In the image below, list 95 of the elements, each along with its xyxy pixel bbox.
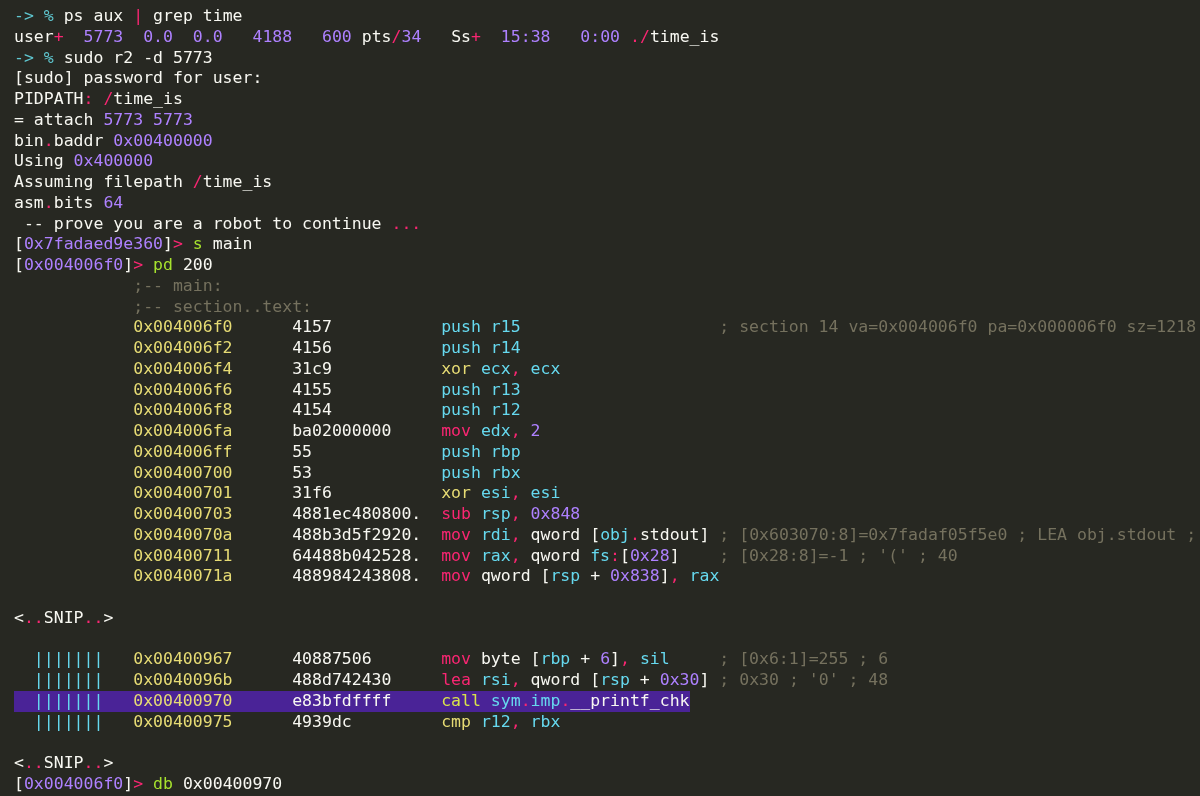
address: 0x004006ff — [133, 441, 233, 461]
disassembly-row[interactable]: 0x0040071a 488984243808. mov qword [rsp + 0x838], rax — [14, 566, 720, 587]
flow-lines: ||||||| — [33, 690, 104, 710]
terminal-line: -> % ps aux | grep time — [14, 6, 243, 25]
disassembly-row[interactable]: ||||||| 0x00400970 e83bfdffff call sym.imp.__printf_chk — [14, 690, 690, 712]
disassembly-row[interactable]: 0x004006f8 4154 push r12 — [14, 400, 521, 421]
disassembly-row[interactable]: 0x004006fa ba02000000 mov edx, 2 — [14, 421, 541, 442]
instruction: push rbx — [441, 462, 521, 482]
instruction: mov rax, qword fs:[0x28] — [441, 545, 680, 565]
disassembly-row[interactable]: ||||||| 0x00400967 40887506 mov byte [rbp + 6], sil — [14, 649, 710, 670]
terminal-line: [0x004006f0]> pd 200 — [14, 255, 213, 274]
opcode-bytes: e83bfdffff — [292, 690, 392, 710]
opcode-bytes: 55 — [292, 441, 312, 461]
address: 0x00400975 — [133, 711, 233, 731]
opcode-bytes: 4939dc — [292, 711, 352, 731]
opcode-bytes: 4881ec480800. — [292, 504, 422, 523]
disassembly-row[interactable]: 0x00400703 4881ec480800. sub rsp, 0x848 — [14, 504, 581, 525]
terminal-line: Assuming filepath /time_is — [14, 172, 273, 191]
address: 0x00400700 — [133, 462, 233, 482]
address: 0x004006f2 — [133, 338, 233, 357]
opcode-bytes: 488984243808. — [292, 566, 422, 586]
code-label: ;-- main: — [133, 275, 223, 295]
address: 0x0040096b — [133, 670, 233, 689]
code-comment: ; [0x6:1]=255 ; 6 — [719, 649, 889, 670]
terminal-line: -- prove you are a robot to continue ... — [23, 213, 422, 233]
opcode-bytes: 4156 — [292, 338, 332, 357]
instruction: push r14 — [441, 338, 521, 357]
instruction: xor esi, esi — [441, 483, 561, 503]
code-comment: ; [0x603070:8]=0x7fadaf05f5e0 ; LEA obj.stdout ; — [719, 524, 1197, 546]
opcode-bytes: 4157 — [292, 317, 332, 337]
opcode-bytes: 40887506 — [292, 649, 372, 669]
address: 0x004006f6 — [133, 379, 233, 399]
disassembly-row[interactable]: 0x004006f0 4157 push r15 — [14, 317, 710, 338]
instruction: xor ecx, ecx — [441, 358, 561, 378]
terminal-line: = attach 5773 5773 — [14, 109, 193, 129]
address: 0x004006f8 — [133, 400, 233, 420]
opcode-bytes: 488d742430 — [292, 670, 392, 689]
terminal-line: asm.bits 64 — [14, 192, 124, 212]
address: 0x00400967 — [133, 649, 233, 669]
code-comment: ; 0x30 ; '0' ; 48 — [719, 670, 889, 691]
address: 0x004006fa — [133, 421, 233, 440]
disassembly-row[interactable]: 0x004006ff 55 push rbp — [14, 441, 521, 463]
address: 0x00400703 — [133, 504, 233, 523]
opcode-bytes: 488b3d5f2920. — [292, 524, 422, 544]
instruction: call sym.imp.__printf_chk — [441, 690, 690, 710]
opcode-bytes: 64488b042528. — [292, 545, 422, 565]
terminal-line: bin.baddr 0x00400000 — [14, 130, 213, 150]
opcode-bytes: 4154 — [292, 400, 332, 420]
instruction: mov byte [rbp + 6], sil — [441, 649, 670, 669]
disassembly-row[interactable]: 0x004006f6 4155 push r13 — [14, 379, 521, 401]
opcode-bytes: ba02000000 — [292, 421, 392, 440]
disassembly-row[interactable]: 0x00400700 53 push rbx — [14, 462, 521, 484]
address: 0x00400701 — [133, 483, 233, 503]
disassembly-row[interactable]: 0x0040070a 488b3d5f2920. mov rdi, qword [obj.stdout] — [14, 524, 710, 546]
terminal-line: user+ 5773 0.0 0.0 4188 600 pts/34 Ss+ 15:38 0:00 ./time_is — [14, 26, 720, 46]
flow-lines: ||||||| — [33, 670, 104, 689]
instruction: push r15 — [441, 317, 521, 337]
opcode-bytes: 53 — [292, 462, 312, 482]
disassembly-row[interactable]: 0x004006f2 4156 push r14 — [14, 338, 521, 359]
instruction: sub rsp, 0x848 — [441, 504, 581, 523]
disassembly-row[interactable]: 0x00400701 31f6 xor esi, esi — [14, 483, 561, 504]
disassembly-row[interactable]: 0x004006f4 31c9 xor ecx, ecx — [14, 358, 561, 380]
code-comment: ; section 14 va=0x004006f0 pa=0x000006f0 sz=1218 — [719, 317, 1197, 338]
address: 0x0040070a — [133, 524, 233, 544]
address: 0x004006f4 — [133, 358, 233, 378]
instruction: mov rdi, qword [obj.stdout] — [441, 524, 710, 544]
opcode-bytes: 4155 — [292, 379, 332, 399]
terminal-line: <..SNIP..> — [14, 607, 114, 627]
instruction: push rbp — [441, 441, 521, 461]
terminal-line: Using 0x400000 — [14, 151, 154, 171]
instruction: lea rsi, qword [rsp + 0x30] — [441, 670, 710, 689]
address: 0x00400970 — [133, 690, 233, 710]
terminal-line: <..SNIP..> — [14, 753, 114, 772]
instruction: mov edx, 2 — [441, 421, 541, 440]
opcode-bytes: 31f6 — [292, 483, 332, 503]
disassembly-row[interactable]: ||||||| 0x00400975 4939dc cmp r12, rbx — [14, 711, 561, 733]
terminal-line: [sudo] password for user: — [14, 68, 263, 88]
flow-lines: ||||||| — [33, 711, 104, 731]
address: 0x004006f0 — [133, 317, 233, 337]
code-label: ;-- section..text: — [133, 296, 312, 316]
terminal-line: [0x004006f0]> db 0x00400970 — [14, 773, 283, 793]
address: 0x00400711 — [133, 545, 233, 565]
terminal-line: [0x7fadaed9e360]> s main — [14, 234, 253, 254]
address: 0x0040071a — [133, 566, 233, 586]
instruction: cmp r12, rbx — [441, 711, 561, 731]
disassembly-row[interactable]: ||||||| 0x0040096b 488d742430 lea rsi, qword [rsp + 0x30] — [14, 670, 710, 691]
terminal-line: -> % sudo r2 -d 5773 — [14, 47, 213, 67]
code-comment: ; [0x28:8]=-1 ; '(' ; 40 — [719, 545, 958, 567]
disassembly-row[interactable]: 0x00400711 64488b042528. mov rax, qword fs:[0x28] — [14, 545, 710, 567]
instruction: mov qword [rsp + 0x838], rax — [441, 566, 720, 586]
flow-lines: ||||||| — [33, 649, 104, 669]
instruction: push r12 — [441, 400, 521, 420]
terminal-line: PIDPATH: /time_is — [14, 89, 183, 108]
opcode-bytes: 31c9 — [292, 358, 332, 378]
instruction: push r13 — [441, 379, 521, 399]
